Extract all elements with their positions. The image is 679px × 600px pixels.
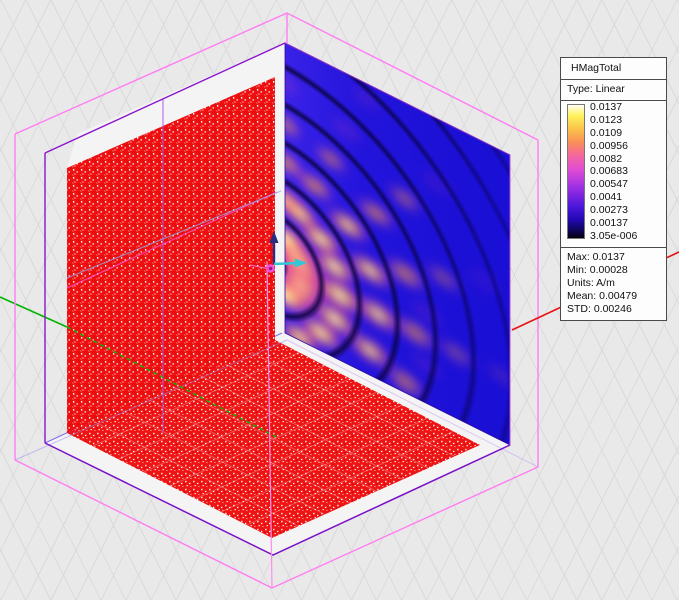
scale-value: 0.00273 — [590, 204, 637, 217]
scale-value: 0.0109 — [590, 127, 637, 140]
legend-title: HMagTotal — [561, 58, 666, 80]
stat-min: Min: 0.00028 — [567, 264, 661, 277]
scale-value: 0.00956 — [590, 140, 637, 153]
scale-value: 0.0123 — [590, 114, 637, 127]
scale-value: 0.0041 — [590, 191, 637, 204]
stat-std: STD: 0.00246 — [567, 303, 661, 316]
simulation-viewport[interactable]: HMagTotal Type: Linear 0.0137 0.0123 0.0… — [0, 0, 679, 600]
colorbar-gradient — [567, 104, 585, 239]
colorbar-labels: 0.0137 0.0123 0.0109 0.00956 0.0082 0.00… — [590, 101, 637, 243]
scale-value: 0.00137 — [590, 217, 637, 230]
stat-mean: Mean: 0.00479 — [567, 290, 661, 303]
legend-colorbar-section: 0.0137 0.0123 0.0109 0.00956 0.0082 0.00… — [561, 101, 666, 248]
scale-value: 3.05e-006 — [590, 230, 637, 243]
scale-value: 0.00683 — [590, 165, 637, 178]
scale-value: 0.0082 — [590, 153, 637, 166]
stat-max: Max: 0.0137 — [567, 251, 661, 264]
scale-value: 0.0137 — [590, 101, 637, 114]
legend-stats: Max: 0.0137 Min: 0.00028 Units: A/m Mean… — [561, 248, 666, 320]
scale-value: 0.00547 — [590, 178, 637, 191]
legend-panel[interactable]: HMagTotal Type: Linear 0.0137 0.0123 0.0… — [560, 57, 667, 321]
u-arrow-icon — [274, 263, 298, 264]
stat-units: Units: A/m — [567, 277, 661, 290]
legend-scale-type: Type: Linear — [561, 80, 666, 101]
